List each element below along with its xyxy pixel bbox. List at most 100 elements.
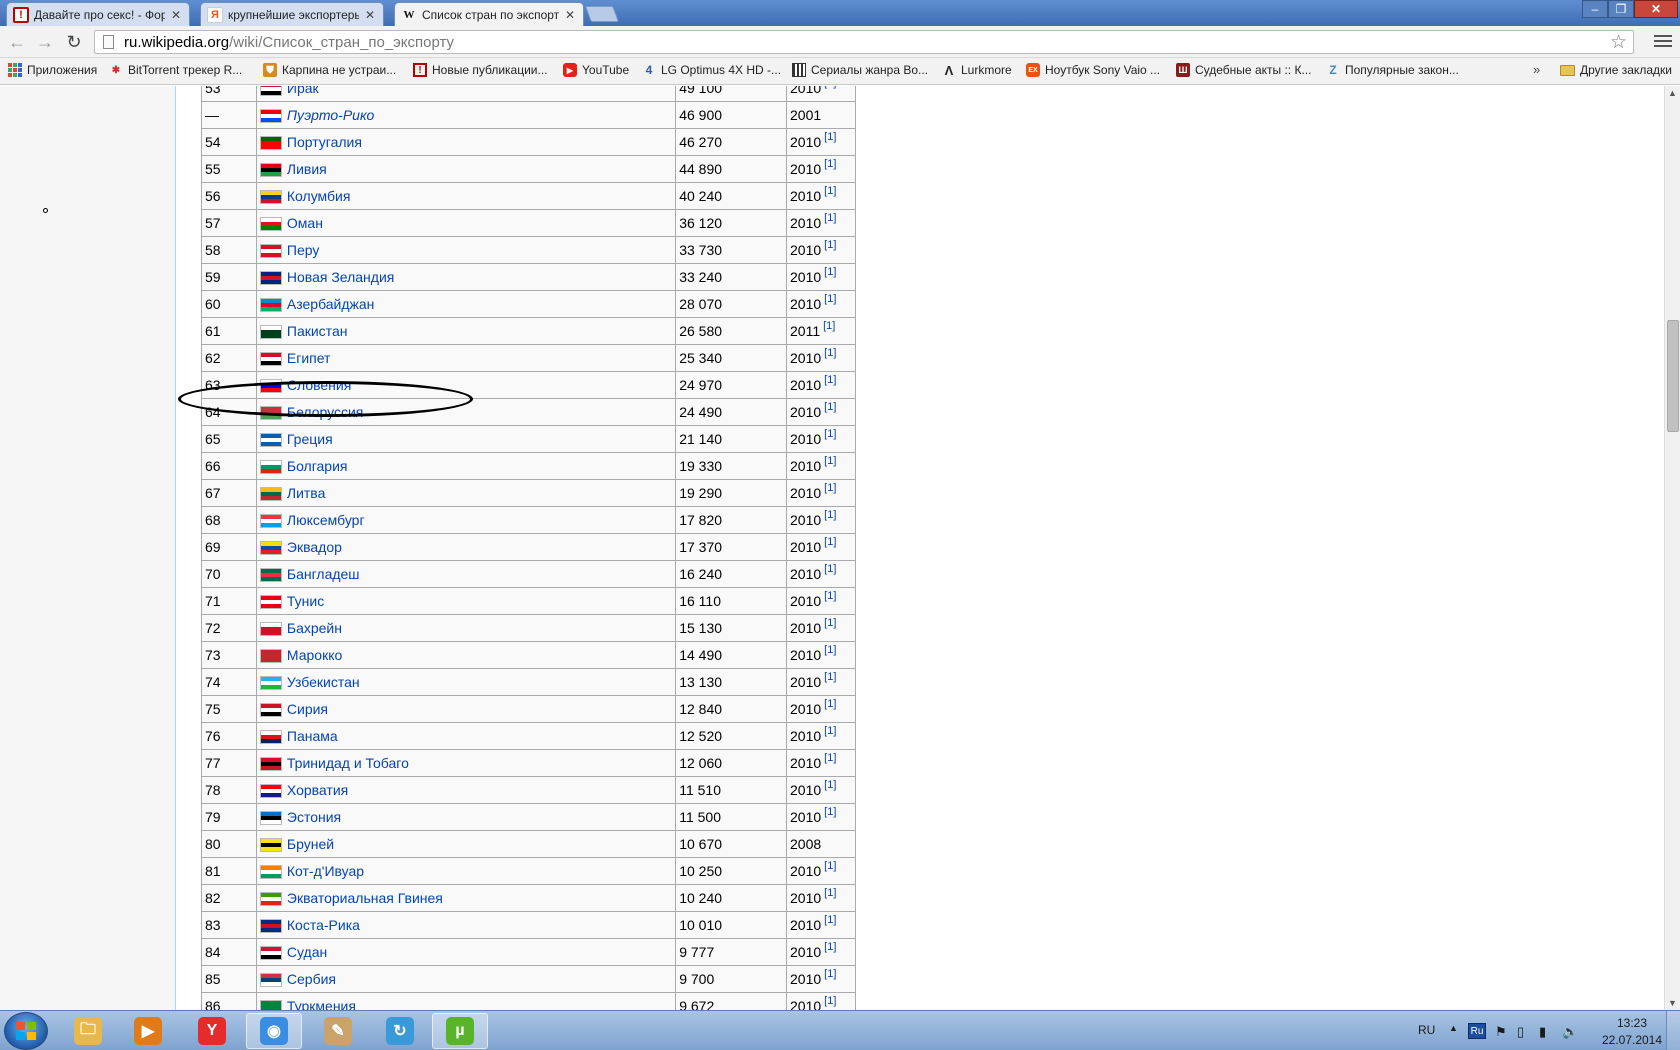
country-link[interactable]: Бахрейн: [287, 620, 342, 636]
reference-link[interactable]: [1]: [824, 266, 836, 278]
network-icon[interactable]: ▮: [1539, 1024, 1546, 1040]
reference-link[interactable]: [1]: [824, 428, 836, 440]
reference-link[interactable]: [1]: [824, 941, 836, 953]
reference-link[interactable]: [1]: [824, 671, 836, 683]
tab-yandex-search[interactable]: Я крупнейшие экспортеры ✕: [200, 2, 384, 26]
maximize-button[interactable]: ❐: [1608, 0, 1634, 18]
reference-link[interactable]: [1]: [824, 860, 836, 872]
bookmark-serials[interactable]: Сериалы жанра Во...: [792, 63, 928, 77]
country-link[interactable]: Ирак: [287, 86, 319, 96]
close-icon[interactable]: ✕: [169, 8, 183, 22]
close-icon[interactable]: ✕: [563, 8, 577, 22]
address-bar[interactable]: ru.wikipedia.org/wiki/Список_стран_по_эк…: [94, 30, 1634, 54]
bookmarks-overflow-button[interactable]: »: [1533, 62, 1540, 77]
country-link[interactable]: Хорватия: [287, 782, 348, 798]
country-link[interactable]: Туркмения: [287, 998, 356, 1010]
language-indicator[interactable]: RU: [1418, 1023, 1435, 1037]
reference-link[interactable]: [1]: [824, 347, 836, 359]
country-link[interactable]: Панама: [287, 728, 338, 744]
scroll-down-arrow-icon[interactable]: ▼: [1668, 998, 1677, 1008]
country-link[interactable]: Бангладеш: [287, 566, 360, 582]
reference-link[interactable]: [1]: [824, 536, 836, 548]
country-link[interactable]: Словения: [287, 377, 351, 393]
reference-link[interactable]: [1]: [824, 887, 836, 899]
country-link[interactable]: Люксембург: [287, 512, 365, 528]
reference-link[interactable]: [1]: [824, 185, 836, 197]
reference-link[interactable]: [1]: [824, 509, 836, 521]
country-link[interactable]: Сербия: [287, 971, 336, 987]
close-icon[interactable]: ✕: [363, 8, 377, 22]
new-tab-button[interactable]: [585, 6, 619, 22]
taskbar-app-button[interactable]: Y: [184, 1013, 240, 1049]
start-button[interactable]: [4, 1012, 48, 1050]
bookmark-youtube[interactable]: ▶ YouTube: [563, 63, 629, 77]
country-link[interactable]: Марокко: [287, 647, 342, 663]
device-icon[interactable]: ▯: [1517, 1024, 1524, 1040]
reference-link[interactable]: [1]: [824, 239, 836, 251]
star-icon[interactable]: ☆: [1610, 31, 1627, 54]
reference-link[interactable]: [1]: [824, 995, 836, 1007]
country-link[interactable]: Судан: [287, 944, 327, 960]
country-link[interactable]: Эстония: [287, 809, 341, 825]
country-link[interactable]: Азербайджан: [287, 296, 375, 312]
tab-forum[interactable]: ! Давайте про секс! - Фору ✕: [6, 2, 190, 26]
volume-icon[interactable]: 🔈: [1562, 1024, 1578, 1040]
reference-link[interactable]: [1]: [824, 779, 836, 791]
back-button[interactable]: ←: [6, 31, 28, 53]
clock-time[interactable]: 13:23: [1612, 1016, 1652, 1030]
reference-link[interactable]: [1]: [824, 86, 836, 89]
show-hidden-icons-icon[interactable]: ▲: [1449, 1023, 1458, 1033]
country-link[interactable]: Кот-д'Ивуар: [287, 863, 364, 879]
country-link[interactable]: Сирия: [287, 701, 328, 717]
taskbar-app-button[interactable]: 🗀: [60, 1013, 116, 1049]
vertical-scrollbar[interactable]: ▲ ▼: [1664, 86, 1680, 1010]
country-link[interactable]: Литва: [287, 485, 326, 501]
reference-link[interactable]: [1]: [824, 401, 836, 413]
country-link[interactable]: Колумбия: [287, 188, 351, 204]
country-link[interactable]: Ливия: [287, 161, 327, 177]
other-bookmarks-folder[interactable]: Другие закладки: [1560, 63, 1672, 77]
country-link[interactable]: Болгария: [287, 458, 348, 474]
taskbar-app-button[interactable]: ✎: [310, 1013, 366, 1049]
reference-link[interactable]: [1]: [824, 212, 836, 224]
menu-icon[interactable]: [1654, 31, 1672, 51]
reference-link[interactable]: [1]: [824, 725, 836, 737]
reference-link[interactable]: [1]: [823, 320, 835, 332]
country-link[interactable]: Египет: [287, 350, 331, 366]
bookmark-karpina[interactable]: ⛊ Карпина не устраи...: [263, 63, 396, 77]
bookmark-court-acts[interactable]: Ш Судебные акты :: К...: [1176, 63, 1311, 77]
reference-link[interactable]: [1]: [824, 968, 836, 980]
country-link[interactable]: Греция: [287, 431, 333, 447]
taskbar-app-button[interactable]: µ: [432, 1013, 488, 1049]
flag-icon[interactable]: ⚑: [1495, 1024, 1507, 1040]
close-window-button[interactable]: ✕: [1634, 0, 1678, 18]
bookmark-new-publications[interactable]: ! Новые публикации...: [413, 63, 548, 77]
country-link[interactable]: Пуэрто-Рико: [287, 107, 374, 123]
scroll-up-arrow-icon[interactable]: ▲: [1668, 88, 1677, 98]
country-link[interactable]: Тунис: [287, 593, 324, 609]
country-link[interactable]: Оман: [287, 215, 323, 231]
reference-link[interactable]: [1]: [824, 617, 836, 629]
taskbar-app-button[interactable]: ↻: [372, 1013, 428, 1049]
bookmark-bittorrent[interactable]: ✱ BitTorrent трекер R...: [109, 63, 242, 77]
bookmark-lg-optimus[interactable]: 4 LG Optimus 4X HD -...: [642, 63, 781, 77]
tab-wikipedia[interactable]: W Список стран по экспорту ✕: [394, 2, 584, 26]
reference-link[interactable]: [1]: [824, 293, 836, 305]
country-link[interactable]: Белоруссия: [287, 404, 364, 420]
country-link[interactable]: Экваториальная Гвинея: [287, 890, 443, 906]
reference-link[interactable]: [1]: [824, 374, 836, 386]
country-link[interactable]: Тринидад и Тобаго: [287, 755, 409, 771]
taskbar-app-button[interactable]: ▶: [120, 1013, 176, 1049]
scrollbar-thumb[interactable]: [1667, 320, 1679, 432]
reference-link[interactable]: [1]: [824, 644, 836, 656]
reference-link[interactable]: [1]: [824, 482, 836, 494]
bookmark-popular-laws[interactable]: Z Популярные закон...: [1326, 63, 1459, 77]
minimize-button[interactable]: –: [1582, 0, 1608, 18]
country-link[interactable]: Эквадор: [287, 539, 342, 555]
taskbar-app-button[interactable]: ◉: [246, 1013, 302, 1049]
keyboard-layout-icon[interactable]: Ru: [1468, 1023, 1486, 1039]
country-link[interactable]: Бруней: [287, 836, 334, 852]
reference-link[interactable]: [1]: [824, 806, 836, 818]
reference-link[interactable]: [1]: [824, 563, 836, 575]
reference-link[interactable]: [1]: [824, 131, 836, 143]
